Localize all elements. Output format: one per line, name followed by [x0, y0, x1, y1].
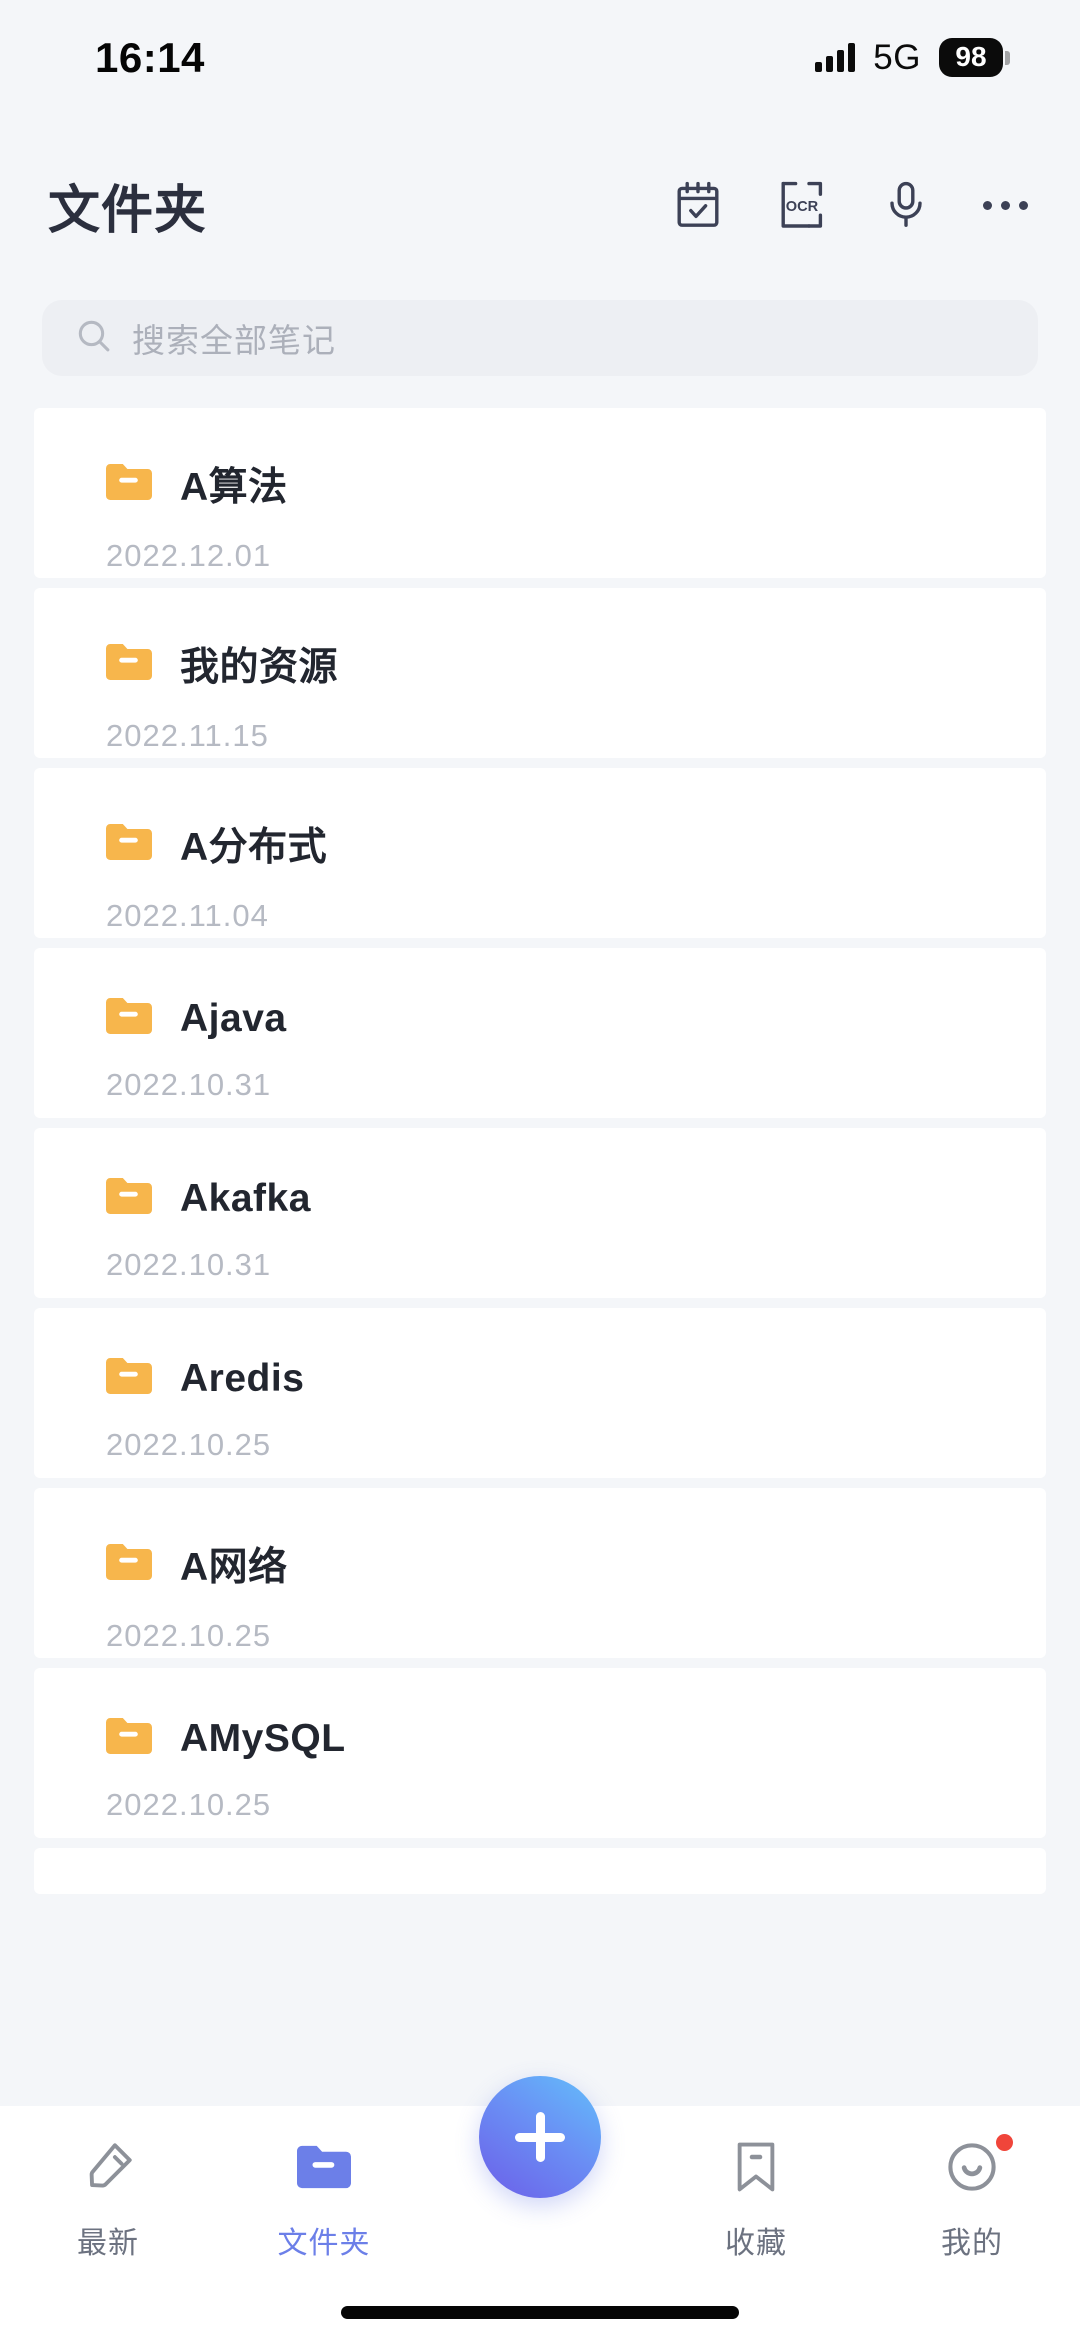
- app-header: 文件夹 OCR: [0, 150, 1080, 260]
- folder-icon: [297, 2136, 351, 2198]
- folder-icon: [106, 642, 152, 687]
- tab-latest[interactable]: 最新: [0, 2136, 216, 2262]
- folder-date: 2022.10.25: [106, 1618, 272, 1653]
- folder-icon: [106, 1716, 152, 1761]
- smiley-icon: [945, 2134, 1013, 2198]
- pen-icon: [80, 2136, 136, 2198]
- battery-icon: 98: [939, 38, 1010, 77]
- folder-list-item[interactable]: A算法 2022.12.01: [34, 408, 1046, 578]
- folder-name: 我的资源: [180, 646, 339, 689]
- folder-icon: [106, 1542, 152, 1587]
- tab-favorites[interactable]: 收藏: [648, 2136, 864, 2262]
- bookmark-icon: [731, 2136, 781, 2198]
- folder-icon: [106, 1356, 152, 1401]
- home-indicator: [341, 2306, 739, 2319]
- header-actions: OCR: [671, 178, 1028, 232]
- status-bar-indicators: 5G 98: [815, 38, 1010, 78]
- folder-icon: [106, 822, 152, 867]
- folder-list-item[interactable]: Ajava 2022.10.31: [34, 948, 1046, 1118]
- folder-icon: [106, 996, 152, 1041]
- search-icon: [76, 318, 112, 359]
- folder-list-item[interactable]: Akafka 2022.10.31: [34, 1128, 1046, 1298]
- status-bar-time: 16:14: [95, 33, 205, 81]
- folder-date: 2022.10.25: [106, 1427, 272, 1462]
- folder-list-item[interactable]: Aredis 2022.10.25: [34, 1308, 1046, 1478]
- tab-folders[interactable]: 文件夹: [216, 2136, 432, 2262]
- folder-name: Ajava: [180, 996, 287, 1040]
- folder-list-item-partial[interactable]: [34, 1848, 1046, 1894]
- search-input[interactable]: 搜索全部笔记: [132, 314, 336, 362]
- folder-list-item[interactable]: A分布式 2022.11.04: [34, 768, 1046, 938]
- folder-list-item[interactable]: 我的资源 2022.11.15: [34, 588, 1046, 758]
- page-title: 文件夹: [48, 181, 208, 240]
- folders-screen: 16:14 5G 98 文件夹 OCR 搜索全部笔记 A算法 2022.12.0…: [0, 0, 1080, 2341]
- tab-label: 最新: [77, 2227, 139, 2260]
- plus-icon-vertical: [535, 2112, 545, 2162]
- folder-date: 2022.11.15: [106, 718, 269, 753]
- add-note-fab[interactable]: [479, 2076, 601, 2198]
- folder-icon: [106, 1176, 152, 1221]
- folder-name: Aredis: [180, 1356, 305, 1400]
- folder-name: Akafka: [180, 1176, 311, 1220]
- network-type-label: 5G: [873, 37, 921, 77]
- tab-label: 收藏: [725, 2227, 787, 2260]
- folder-date: 2022.11.04: [106, 898, 269, 933]
- folder-name: A网络: [180, 1546, 288, 1589]
- status-bar: 16:14 5G 98: [0, 0, 1080, 115]
- microphone-icon[interactable]: [879, 178, 933, 232]
- folder-list[interactable]: A算法 2022.12.01 我的资源 2022.11.15 A分布式 2022…: [0, 408, 1080, 2108]
- svg-text:OCR: OCR: [786, 199, 819, 215]
- folder-date: 2022.10.31: [106, 1067, 272, 1102]
- more-icon[interactable]: [983, 178, 1028, 232]
- folder-name: A分布式: [180, 826, 328, 869]
- folder-date: 2022.10.25: [106, 1787, 272, 1822]
- folder-name: AMySQL: [180, 1716, 346, 1760]
- folder-date: 2022.10.31: [106, 1247, 272, 1282]
- tab-label: 我的: [941, 2227, 1003, 2260]
- notification-badge-dot: [996, 2134, 1013, 2151]
- folder-list-item[interactable]: AMySQL 2022.10.25: [34, 1668, 1046, 1838]
- signal-bars-icon: [815, 42, 856, 72]
- folder-date: 2022.12.01: [106, 538, 272, 573]
- battery-percent-label: 98: [939, 38, 1003, 77]
- tab-label: 文件夹: [277, 2227, 371, 2260]
- folder-name: A算法: [180, 466, 288, 509]
- search-bar[interactable]: 搜索全部笔记: [42, 300, 1038, 376]
- ocr-icon[interactable]: OCR: [775, 178, 829, 232]
- folder-icon: [106, 462, 152, 507]
- tab-profile[interactable]: 我的: [864, 2134, 1080, 2262]
- folder-list-item[interactable]: A网络 2022.10.25: [34, 1488, 1046, 1658]
- battery-tip: [1005, 50, 1010, 65]
- calendar-check-icon[interactable]: [671, 178, 725, 232]
